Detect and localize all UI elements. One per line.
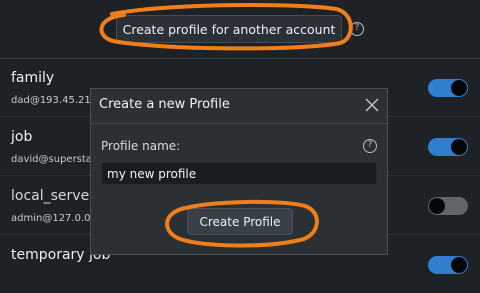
help-icon-glyph: ? — [367, 140, 373, 150]
header: Create profile for another account ? — [0, 0, 480, 59]
profile-enabled-toggle[interactable] — [428, 138, 468, 156]
dialog-title: Create a new Profile — [99, 97, 230, 112]
profile-name-input[interactable] — [101, 162, 377, 185]
help-icon-glyph: ? — [354, 23, 360, 33]
profile-name: family — [11, 70, 55, 86]
dialog-divider — [91, 123, 387, 124]
toggle-knob — [429, 198, 445, 214]
profile-name: local_server — [11, 188, 95, 204]
create-profile-button-label: Create Profile — [199, 214, 281, 229]
profile-account: david@supersta — [11, 154, 92, 165]
create-profile-dialog: Create a new Profile Profile name: ? Cre… — [90, 88, 388, 255]
toggle-knob — [451, 80, 467, 96]
profile-name-label: Profile name: — [101, 139, 181, 153]
create-profile-button[interactable]: Create Profile — [187, 208, 293, 235]
profile-name: job — [11, 129, 33, 145]
help-icon[interactable]: ? — [363, 139, 377, 153]
create-profile-for-another-account-label: Create profile for another account — [122, 21, 336, 37]
profile-enabled-toggle[interactable] — [428, 256, 468, 274]
toggle-knob — [451, 139, 467, 155]
close-icon[interactable] — [365, 98, 379, 112]
profile-enabled-toggle[interactable] — [428, 79, 468, 97]
toggle-knob — [451, 257, 467, 273]
profile-account: dad@193.45.21 — [11, 95, 91, 106]
create-profile-for-another-account-button[interactable]: Create profile for another account — [116, 15, 342, 43]
profile-enabled-toggle[interactable] — [428, 197, 468, 215]
profile-account: admin@127.0.0 — [11, 213, 91, 224]
help-icon[interactable]: ? — [350, 22, 364, 36]
